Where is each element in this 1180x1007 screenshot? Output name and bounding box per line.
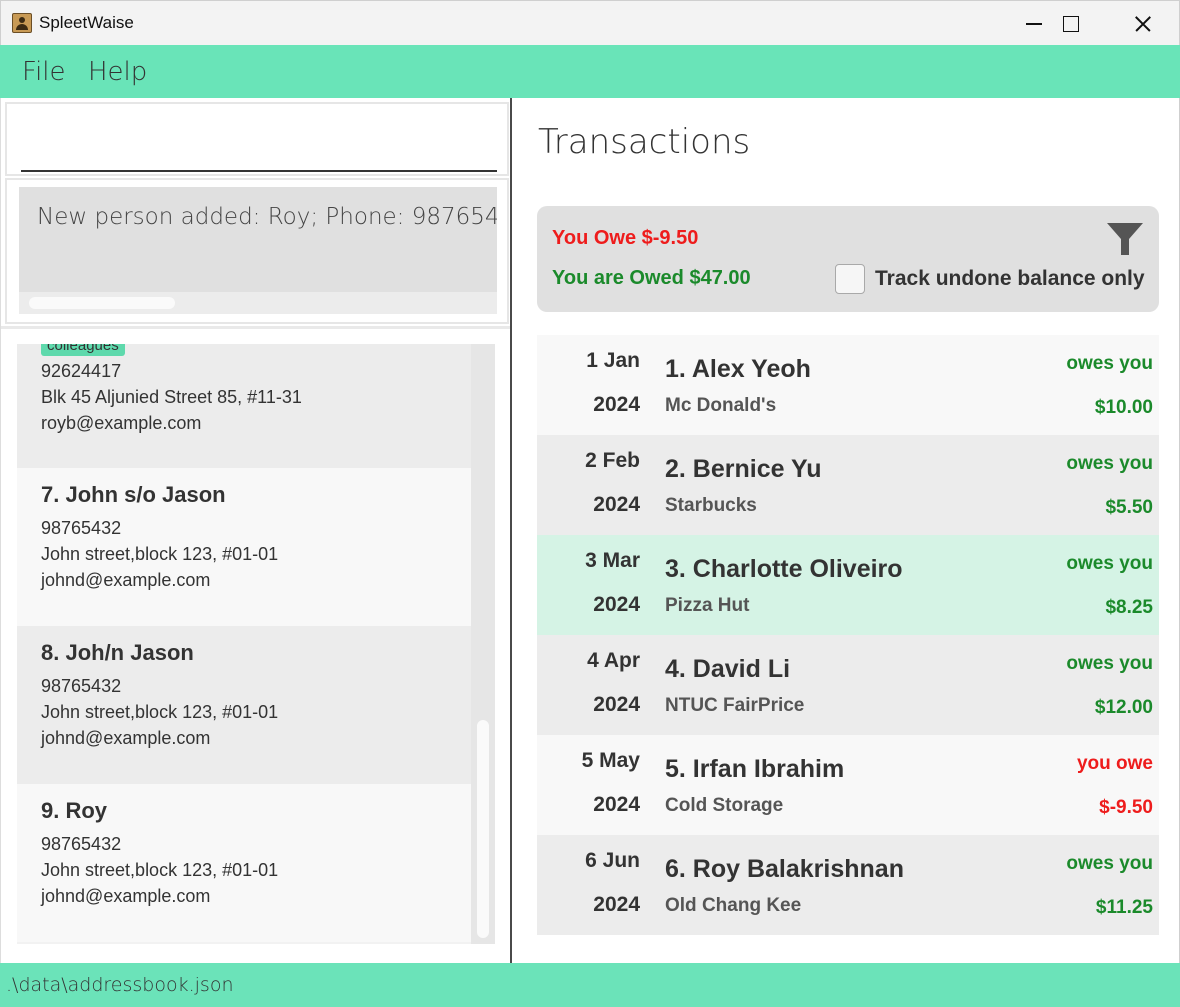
- person-address: John street,block 123, #01-01: [41, 860, 279, 880]
- transaction-date: 3 Mar: [585, 549, 640, 572]
- transaction-date: 6 Jun: [585, 849, 640, 872]
- transaction-date: 4 Apr: [587, 649, 640, 672]
- person-phone: 98765432: [41, 834, 122, 854]
- person-card[interactable]: colleagues 92624417 Blk 45 Aljunied Stre…: [17, 344, 471, 468]
- transaction-row[interactable]: 2 Feb 2024 2. Bernice Yu Starbucks owes …: [537, 435, 1159, 535]
- left-pane: New person added: Roy; Phone: 98765432 c…: [0, 98, 511, 963]
- result-text: New person added: Roy; Phone: 98765432: [37, 204, 497, 230]
- track-undone-checkbox[interactable]: [835, 264, 865, 294]
- app-icon: [12, 13, 32, 33]
- transaction-amount: $11.25: [1095, 897, 1153, 918]
- you-are-owed-total: You are Owed $47.00: [552, 267, 751, 289]
- transaction-year: 2024: [593, 393, 640, 416]
- command-box[interactable]: [5, 102, 509, 176]
- person-name: 9. Roy: [41, 798, 108, 823]
- transaction-row-selected[interactable]: 3 Mar 2024 3. Charlotte Oliveiro Pizza H…: [537, 535, 1159, 635]
- transaction-amount: $8.25: [1105, 597, 1153, 618]
- close-button[interactable]: [1111, 1, 1180, 46]
- transactions-title: Transactions: [538, 122, 751, 162]
- person-name: 7. John s/o Jason: [41, 482, 226, 507]
- transaction-status: owes you: [1066, 553, 1153, 574]
- transaction-status: owes you: [1066, 653, 1153, 674]
- transaction-person: 5. Irfan Ibrahim: [665, 755, 845, 783]
- transaction-row[interactable]: 4 Apr 2024 4. David Li NTUC FairPrice ow…: [537, 635, 1159, 735]
- window-title: SpleetWaise: [39, 13, 134, 32]
- transaction-row[interactable]: 1 Jan 2024 1. Alex Yeoh Mc Donald's owes…: [537, 335, 1159, 435]
- transaction-description: Pizza Hut: [665, 595, 750, 616]
- transaction-amount: $12.00: [1094, 697, 1153, 718]
- minimize-button[interactable]: [1001, 1, 1071, 46]
- menu-bar: File Help: [0, 45, 1180, 98]
- transaction-year: 2024: [593, 793, 640, 816]
- command-input[interactable]: [21, 170, 497, 172]
- transaction-description: Mc Donald's: [665, 395, 777, 416]
- scrollbar-thumb[interactable]: [29, 297, 175, 309]
- title-bar: SpleetWaise: [0, 0, 1180, 45]
- transaction-amount: $10.00: [1094, 397, 1153, 418]
- transaction-person: 1. Alex Yeoh: [665, 355, 811, 383]
- person-address: Blk 45 Aljunied Street 85, #11-31: [41, 387, 302, 407]
- transaction-year: 2024: [593, 593, 640, 616]
- transaction-status: owes you: [1066, 453, 1153, 474]
- transaction-person: 6. Roy Balakrishnan: [665, 855, 904, 883]
- person-email: royb@example.com: [41, 413, 202, 433]
- transaction-list: 1 Jan 2024 1. Alex Yeoh Mc Donald's owes…: [537, 335, 1159, 935]
- transaction-status: you owe: [1076, 753, 1153, 774]
- person-address: John street,block 123, #01-01: [41, 702, 279, 722]
- transaction-person: 2. Bernice Yu: [665, 455, 822, 483]
- person-email: johnd@example.com: [41, 728, 211, 748]
- balance-summary: You Owe $-9.50 You are Owed $47.00 Track…: [537, 206, 1159, 312]
- transaction-description: Cold Storage: [665, 795, 784, 816]
- filter-icon[interactable]: [1105, 220, 1145, 258]
- you-owe-total: You Owe $-9.50: [552, 227, 699, 249]
- menu-help[interactable]: Help: [88, 57, 147, 87]
- person-tag: colleagues: [41, 344, 125, 356]
- transaction-row[interactable]: 6 Jun 2024 6. Roy Balakrishnan Old Chang…: [537, 835, 1159, 935]
- person-email: johnd@example.com: [41, 886, 211, 906]
- transaction-date: 5 May: [581, 749, 640, 772]
- person-email: johnd@example.com: [41, 570, 211, 590]
- person-card[interactable]: 9. Roy 98765432 John street,block 123, #…: [17, 784, 471, 942]
- person-phone: 98765432: [41, 676, 122, 696]
- transaction-year: 2024: [593, 693, 640, 716]
- person-name: 8. Joh/n Jason: [41, 640, 194, 665]
- track-undone-label: Track undone balance only: [875, 267, 1145, 290]
- person-card[interactable]: 8. Joh/n Jason 98765432 John street,bloc…: [17, 626, 471, 784]
- transaction-date: 1 Jan: [586, 349, 640, 372]
- status-bar: .\data\addressbook.json: [0, 963, 1180, 1007]
- result-display-panel: New person added: Roy; Phone: 98765432: [5, 178, 509, 324]
- person-phone: 92624417: [41, 361, 122, 381]
- transaction-person: 3. Charlotte Oliveiro: [665, 555, 903, 583]
- panel-divider: [1, 326, 511, 329]
- save-location: .\data\addressbook.json: [6, 974, 234, 996]
- transaction-status: owes you: [1066, 353, 1153, 374]
- scrollbar-thumb[interactable]: [477, 720, 489, 938]
- result-display: New person added: Roy; Phone: 98765432: [19, 187, 497, 292]
- transaction-amount: $-9.50: [1099, 797, 1153, 818]
- transaction-date: 2 Feb: [585, 449, 640, 472]
- transaction-year: 2024: [593, 493, 640, 516]
- person-list: colleagues 92624417 Blk 45 Aljunied Stre…: [17, 344, 495, 944]
- transaction-description: NTUC FairPrice: [665, 695, 805, 716]
- transaction-description: Starbucks: [665, 495, 757, 516]
- person-card[interactable]: 7. John s/o Jason 98765432 John street,b…: [17, 468, 471, 626]
- transactions-pane: Transactions You Owe $-9.50 You are Owed…: [512, 98, 1180, 963]
- transaction-status: owes you: [1066, 853, 1153, 874]
- transaction-description: Old Chang Kee: [665, 895, 802, 916]
- person-list-scrollbar[interactable]: [471, 344, 495, 944]
- transaction-row[interactable]: 5 May 2024 5. Irfan Ibrahim Cold Storage…: [537, 735, 1159, 835]
- result-horizontal-scrollbar[interactable]: [19, 292, 497, 314]
- transaction-amount: $5.50: [1105, 497, 1153, 518]
- menu-file[interactable]: File: [22, 57, 66, 87]
- person-address: John street,block 123, #01-01: [41, 544, 279, 564]
- transaction-person: 4. David Li: [665, 655, 791, 683]
- transaction-year: 2024: [593, 893, 640, 916]
- person-phone: 98765432: [41, 518, 122, 538]
